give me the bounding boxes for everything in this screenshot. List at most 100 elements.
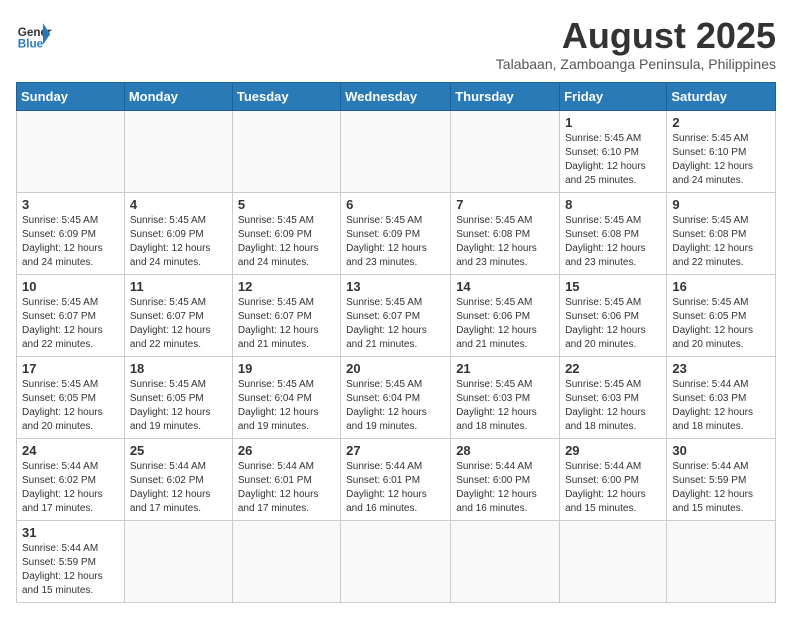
weekday-header-friday: Friday xyxy=(560,82,667,110)
day-info: Sunrise: 5:45 AM Sunset: 6:07 PM Dayligh… xyxy=(238,296,335,352)
day-number: 19 xyxy=(238,361,335,376)
page-header: General Blue August 2025 Talabaan, Zambo… xyxy=(16,16,776,72)
calendar-cell: 6 Sunrise: 5:45 AM Sunset: 6:09 PM Daylig… xyxy=(341,192,451,274)
day-number: 15 xyxy=(565,279,661,294)
calendar-week-row: 17 Sunrise: 5:45 AM Sunset: 6:05 PM Dayli… xyxy=(17,356,776,438)
calendar-cell: 18Sunrise: 5:45 AM Sunset: 6:05 PM Dayli… xyxy=(124,356,232,438)
day-info: Sunrise: 5:44 AM Sunset: 6:00 PM Dayligh… xyxy=(456,460,554,516)
calendar-cell: 5Sunrise: 5:45 AM Sunset: 6:09 PM Daylig… xyxy=(232,192,340,274)
day-info: Sunrise: 5:45 AM Sunset: 6:10 PM Dayligh… xyxy=(565,132,661,188)
day-number: 26 xyxy=(238,443,335,458)
calendar-week-row: 31 Sunrise: 5:44 AM Sunset: 5:59 PM Dayli… xyxy=(17,520,776,602)
day-info: Sunrise: 5:45 AM Sunset: 6:05 PM Dayligh… xyxy=(22,378,119,434)
calendar-cell: 8 Sunrise: 5:45 AM Sunset: 6:08 PM Daylig… xyxy=(560,192,667,274)
weekday-header-tuesday: Tuesday xyxy=(232,82,340,110)
weekday-header-wednesday: Wednesday xyxy=(341,82,451,110)
day-info: Sunrise: 5:45 AM Sunset: 6:09 PM Dayligh… xyxy=(22,214,119,270)
calendar-cell xyxy=(451,110,560,192)
calendar-week-row: 1 Sunrise: 5:45 AM Sunset: 6:10 PM Daylig… xyxy=(17,110,776,192)
day-number: 6 xyxy=(346,197,445,212)
month-year-title: August 2025 xyxy=(496,16,776,56)
day-number: 5 xyxy=(238,197,335,212)
calendar-cell: 2Sunrise: 5:45 AM Sunset: 6:10 PM Daylig… xyxy=(667,110,776,192)
day-info: Sunrise: 5:44 AM Sunset: 6:02 PM Dayligh… xyxy=(22,460,119,516)
calendar-cell: 4 Sunrise: 5:45 AM Sunset: 6:09 PM Daylig… xyxy=(124,192,232,274)
weekday-header-saturday: Saturday xyxy=(667,82,776,110)
calendar-cell: 16Sunrise: 5:45 AM Sunset: 6:05 PM Dayli… xyxy=(667,274,776,356)
svg-text:Blue: Blue xyxy=(18,38,44,51)
calendar-cell: 26 Sunrise: 5:44 AM Sunset: 6:01 PM Dayli… xyxy=(232,438,340,520)
day-info: Sunrise: 5:45 AM Sunset: 6:07 PM Dayligh… xyxy=(130,296,227,352)
calendar-cell: 22Sunrise: 5:45 AM Sunset: 6:03 PM Dayli… xyxy=(560,356,667,438)
day-info: Sunrise: 5:45 AM Sunset: 6:04 PM Dayligh… xyxy=(238,378,335,434)
weekday-header-thursday: Thursday xyxy=(451,82,560,110)
day-info: Sunrise: 5:45 AM Sunset: 6:09 PM Dayligh… xyxy=(130,214,227,270)
day-info: Sunrise: 5:45 AM Sunset: 6:08 PM Dayligh… xyxy=(565,214,661,270)
day-info: Sunrise: 5:44 AM Sunset: 5:59 PM Dayligh… xyxy=(22,542,119,598)
calendar-cell xyxy=(451,520,560,602)
day-number: 3 xyxy=(22,197,119,212)
day-number: 4 xyxy=(130,197,227,212)
calendar-week-row: 24 Sunrise: 5:44 AM Sunset: 6:02 PM Dayli… xyxy=(17,438,776,520)
calendar-cell xyxy=(341,520,451,602)
day-info: Sunrise: 5:44 AM Sunset: 6:01 PM Dayligh… xyxy=(238,460,335,516)
calendar-cell: 24 Sunrise: 5:44 AM Sunset: 6:02 PM Dayli… xyxy=(17,438,125,520)
day-number: 24 xyxy=(22,443,119,458)
calendar-cell xyxy=(124,520,232,602)
calendar-cell: 30 Sunrise: 5:44 AM Sunset: 5:59 PM Dayli… xyxy=(667,438,776,520)
calendar-cell: 25Sunrise: 5:44 AM Sunset: 6:02 PM Dayli… xyxy=(124,438,232,520)
day-info: Sunrise: 5:45 AM Sunset: 6:08 PM Dayligh… xyxy=(672,214,770,270)
day-number: 10 xyxy=(22,279,119,294)
day-info: Sunrise: 5:44 AM Sunset: 6:02 PM Dayligh… xyxy=(130,460,227,516)
day-info: Sunrise: 5:45 AM Sunset: 6:06 PM Dayligh… xyxy=(565,296,661,352)
day-number: 27 xyxy=(346,443,445,458)
day-number: 1 xyxy=(565,115,661,130)
calendar-cell: 10 Sunrise: 5:45 AM Sunset: 6:07 PM Dayli… xyxy=(17,274,125,356)
day-info: Sunrise: 5:45 AM Sunset: 6:04 PM Dayligh… xyxy=(346,378,445,434)
calendar-cell xyxy=(560,520,667,602)
day-info: Sunrise: 5:44 AM Sunset: 6:01 PM Dayligh… xyxy=(346,460,445,516)
calendar-cell: 28Sunrise: 5:44 AM Sunset: 6:00 PM Dayli… xyxy=(451,438,560,520)
calendar-cell: 27 Sunrise: 5:44 AM Sunset: 6:01 PM Dayli… xyxy=(341,438,451,520)
calendar-cell: 9 Sunrise: 5:45 AM Sunset: 6:08 PM Daylig… xyxy=(667,192,776,274)
day-number: 11 xyxy=(130,279,227,294)
day-number: 8 xyxy=(565,197,661,212)
calendar-cell: 23 Sunrise: 5:44 AM Sunset: 6:03 PM Dayli… xyxy=(667,356,776,438)
calendar-cell: 3 Sunrise: 5:45 AM Sunset: 6:09 PM Daylig… xyxy=(17,192,125,274)
day-info: Sunrise: 5:45 AM Sunset: 6:05 PM Dayligh… xyxy=(672,296,770,352)
logo-icon: General Blue xyxy=(16,16,52,52)
day-number: 20 xyxy=(346,361,445,376)
day-info: Sunrise: 5:45 AM Sunset: 6:06 PM Dayligh… xyxy=(456,296,554,352)
day-number: 21 xyxy=(456,361,554,376)
calendar-cell: 21Sunrise: 5:45 AM Sunset: 6:03 PM Dayli… xyxy=(451,356,560,438)
calendar-cell: 17 Sunrise: 5:45 AM Sunset: 6:05 PM Dayli… xyxy=(17,356,125,438)
day-number: 30 xyxy=(672,443,770,458)
calendar-cell: 13Sunrise: 5:45 AM Sunset: 6:07 PM Dayli… xyxy=(341,274,451,356)
day-info: Sunrise: 5:45 AM Sunset: 6:07 PM Dayligh… xyxy=(22,296,119,352)
logo: General Blue xyxy=(16,16,52,52)
calendar-cell: 15 Sunrise: 5:45 AM Sunset: 6:06 PM Dayli… xyxy=(560,274,667,356)
calendar-cell: 14Sunrise: 5:45 AM Sunset: 6:06 PM Dayli… xyxy=(451,274,560,356)
day-info: Sunrise: 5:44 AM Sunset: 6:03 PM Dayligh… xyxy=(672,378,770,434)
day-info: Sunrise: 5:45 AM Sunset: 6:09 PM Dayligh… xyxy=(346,214,445,270)
day-number: 23 xyxy=(672,361,770,376)
day-info: Sunrise: 5:44 AM Sunset: 6:00 PM Dayligh… xyxy=(565,460,661,516)
calendar-cell: 11 Sunrise: 5:45 AM Sunset: 6:07 PM Dayli… xyxy=(124,274,232,356)
day-info: Sunrise: 5:45 AM Sunset: 6:03 PM Dayligh… xyxy=(565,378,661,434)
day-number: 9 xyxy=(672,197,770,212)
day-number: 29 xyxy=(565,443,661,458)
day-number: 12 xyxy=(238,279,335,294)
day-number: 7 xyxy=(456,197,554,212)
calendar-cell: 19 Sunrise: 5:45 AM Sunset: 6:04 PM Dayli… xyxy=(232,356,340,438)
title-area: August 2025 Talabaan, Zamboanga Peninsul… xyxy=(496,16,776,72)
calendar-cell xyxy=(341,110,451,192)
day-number: 31 xyxy=(22,525,119,540)
calendar-cell: 31 Sunrise: 5:44 AM Sunset: 5:59 PM Dayli… xyxy=(17,520,125,602)
calendar-cell: 7Sunrise: 5:45 AM Sunset: 6:08 PM Daylig… xyxy=(451,192,560,274)
weekday-header-sunday: Sunday xyxy=(17,82,125,110)
day-info: Sunrise: 5:44 AM Sunset: 5:59 PM Dayligh… xyxy=(672,460,770,516)
day-number: 13 xyxy=(346,279,445,294)
calendar-cell xyxy=(17,110,125,192)
day-number: 2 xyxy=(672,115,770,130)
day-number: 17 xyxy=(22,361,119,376)
